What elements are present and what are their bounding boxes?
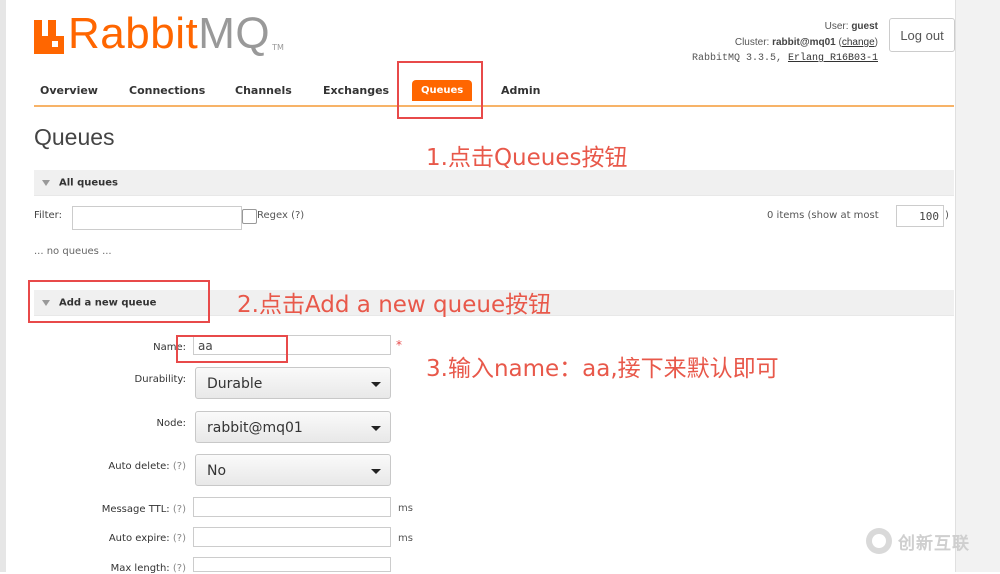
durability-select[interactable]: Durable	[195, 367, 391, 399]
items-count-label: 0 items (show at most	[767, 210, 879, 221]
highlight-name-input	[176, 335, 288, 363]
filter-label: Filter:	[34, 210, 62, 221]
watermark: 创新互联	[866, 528, 970, 554]
tab-admin[interactable]: Admin	[501, 84, 540, 97]
message-ttl-unit: ms	[398, 503, 413, 514]
rabbitmq-logo-icon	[34, 20, 64, 54]
rabbitmq-logo: RabbitMQ TM	[34, 12, 284, 56]
watermark-logo-icon	[866, 528, 892, 554]
auto-delete-help-link[interactable]: (?)	[173, 461, 186, 472]
user-name: guest	[851, 21, 878, 32]
tab-overview[interactable]: Overview	[40, 84, 98, 97]
node-label: Node:	[156, 418, 186, 429]
no-queues-text: ... no queues ...	[34, 246, 112, 257]
auto-expire-input[interactable]	[193, 527, 391, 547]
auto-delete-label: Auto delete: (?)	[34, 461, 186, 472]
user-line: User: guest	[692, 19, 878, 35]
version-line: RabbitMQ 3.3.5, Erlang R16B03-1	[692, 51, 878, 67]
annotation-step-2: 2.点击Add a new queue按钮	[237, 292, 552, 318]
change-cluster-link[interactable]: change	[842, 37, 875, 48]
auto-delete-select[interactable]: No	[195, 454, 391, 486]
watermark-text: 创新互联	[898, 533, 970, 554]
highlight-add-queue	[28, 280, 210, 323]
annotation-step-3: 3.输入name：aa,接下来默认即可	[426, 356, 779, 382]
all-queues-section-header[interactable]: All queues	[34, 170, 954, 196]
durability-label: Durability:	[134, 374, 186, 385]
message-ttl-label: Message TTL: (?)	[34, 504, 186, 515]
window-right-edge	[956, 0, 1000, 572]
auto-expire-label-text: Auto expire:	[108, 533, 170, 544]
auto-expire-help-link[interactable]: (?)	[173, 533, 186, 544]
highlight-queues-tab	[397, 61, 483, 119]
page-title: Queues	[34, 124, 115, 150]
node-value: rabbit@mq01	[207, 420, 303, 436]
rabbitmq-version: RabbitMQ 3.3.5,	[691, 53, 782, 64]
cluster-name: rabbit@mq01	[772, 37, 836, 48]
logout-button[interactable]: Log out	[889, 18, 955, 52]
tab-connections[interactable]: Connections	[129, 84, 205, 97]
main-nav-tabs: Overview Connections Channels Exchanges …	[34, 78, 954, 107]
cluster-label: Cluster:	[734, 37, 770, 48]
max-length-label: Max length: (?)	[34, 563, 186, 574]
regex-label: Regex (?)	[257, 210, 304, 221]
user-label: User:	[824, 21, 849, 32]
logo-text-rabbit: Rabbit	[68, 9, 199, 58]
collapse-triangle-icon	[42, 179, 50, 186]
logo-text-mq: MQ	[198, 9, 271, 58]
cluster-line: Cluster: rabbit@mq01 (change)	[734, 37, 878, 48]
items-count-close: )	[945, 210, 949, 221]
filter-input[interactable]	[72, 206, 242, 230]
logo-text: RabbitMQ	[68, 12, 270, 56]
node-select[interactable]: rabbit@mq01	[195, 411, 391, 443]
erlang-version-link[interactable]: Erlang R16B03-1	[788, 53, 878, 64]
regex-label-text: Regex	[257, 210, 288, 221]
annotation-step-1: 1.点击Queues按钮	[426, 145, 628, 171]
regex-help-link[interactable]: (?)	[291, 210, 304, 221]
auto-delete-label-text: Auto delete:	[108, 461, 170, 472]
message-ttl-input[interactable]	[193, 497, 391, 517]
tab-exchanges[interactable]: Exchanges	[323, 84, 389, 97]
auto-delete-value: No	[207, 463, 227, 479]
auto-expire-label: Auto expire: (?)	[34, 533, 186, 544]
max-length-input[interactable]	[193, 557, 391, 572]
chevron-down-icon	[371, 382, 381, 387]
name-label: Name:	[153, 342, 186, 353]
tab-channels[interactable]: Channels	[235, 84, 292, 97]
chevron-down-icon	[371, 426, 381, 431]
logo-trademark: TM	[272, 43, 284, 52]
required-marker: *	[396, 338, 402, 352]
all-queues-title: All queues	[59, 177, 118, 188]
auto-expire-unit: ms	[398, 533, 413, 544]
durability-value: Durable	[207, 376, 263, 392]
message-ttl-label-text: Message TTL:	[101, 504, 170, 515]
max-length-help-link[interactable]: (?)	[173, 563, 186, 574]
max-items-input[interactable]: 100	[896, 205, 944, 227]
chevron-down-icon	[371, 469, 381, 474]
regex-checkbox[interactable]	[242, 209, 257, 224]
max-length-label-text: Max length:	[110, 563, 170, 574]
window-left-edge	[0, 0, 6, 572]
user-info: User: guest Cluster: rabbit@mq01 (change…	[692, 19, 878, 67]
message-ttl-help-link[interactable]: (?)	[173, 504, 186, 515]
